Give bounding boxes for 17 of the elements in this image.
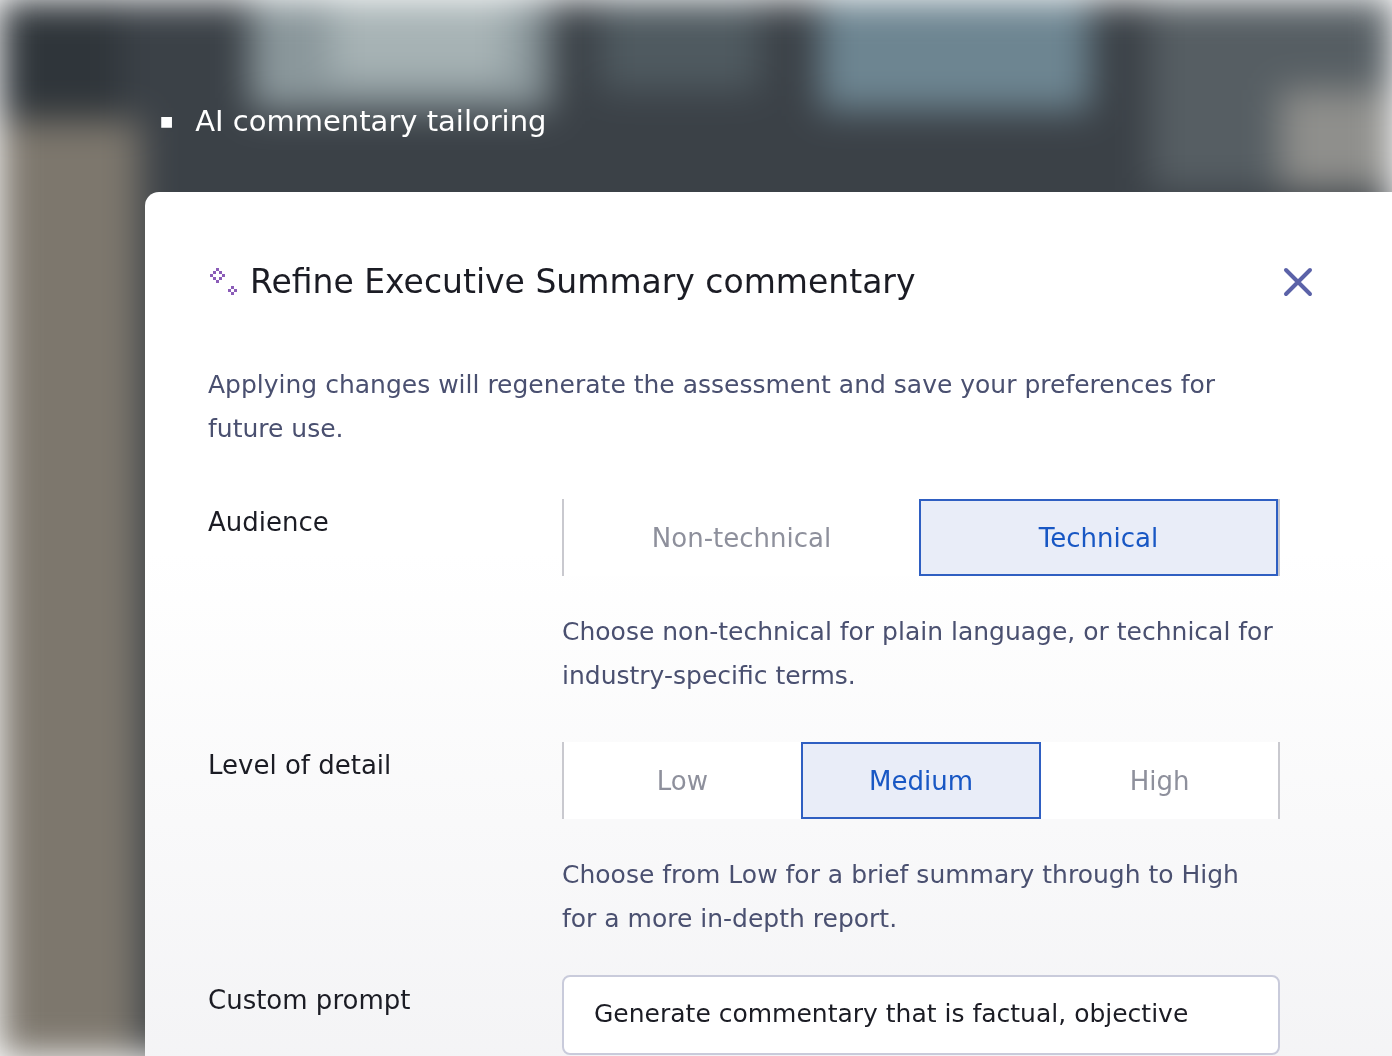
bullet-icon: ■ [160,113,174,129]
dialog-description: Applying changes will regenerate the assessment and save your preferences for future use. [208,369,1216,445]
segment-option[interactable]: Technical [919,499,1278,576]
help-text: Choose from Low for a brief summary through to High for a more in-depth report. [562,859,1240,935]
segment-option[interactable]: Low [564,742,801,819]
section-title: AI commentary tailoring [195,104,547,138]
segment-option[interactable]: Non-technical [564,499,919,576]
dialog-title: Refine Executive Summary commentary [250,262,917,301]
segment-option[interactable]: High [1041,742,1278,819]
sparkle-icon [208,265,240,298]
prompt-field[interactable]: Generate commentary that is factual, objective [562,975,1280,1055]
setting-label: Custom prompt [208,985,412,1017]
setting-label: Audience [208,506,330,539]
setting-label: Level of detail [208,749,393,782]
segment-option[interactable]: Medium [800,742,1042,819]
help-text: Choose non-technical for plain language, or technical for industry-specific terms. [562,616,1274,692]
close-button[interactable] [1282,265,1314,298]
